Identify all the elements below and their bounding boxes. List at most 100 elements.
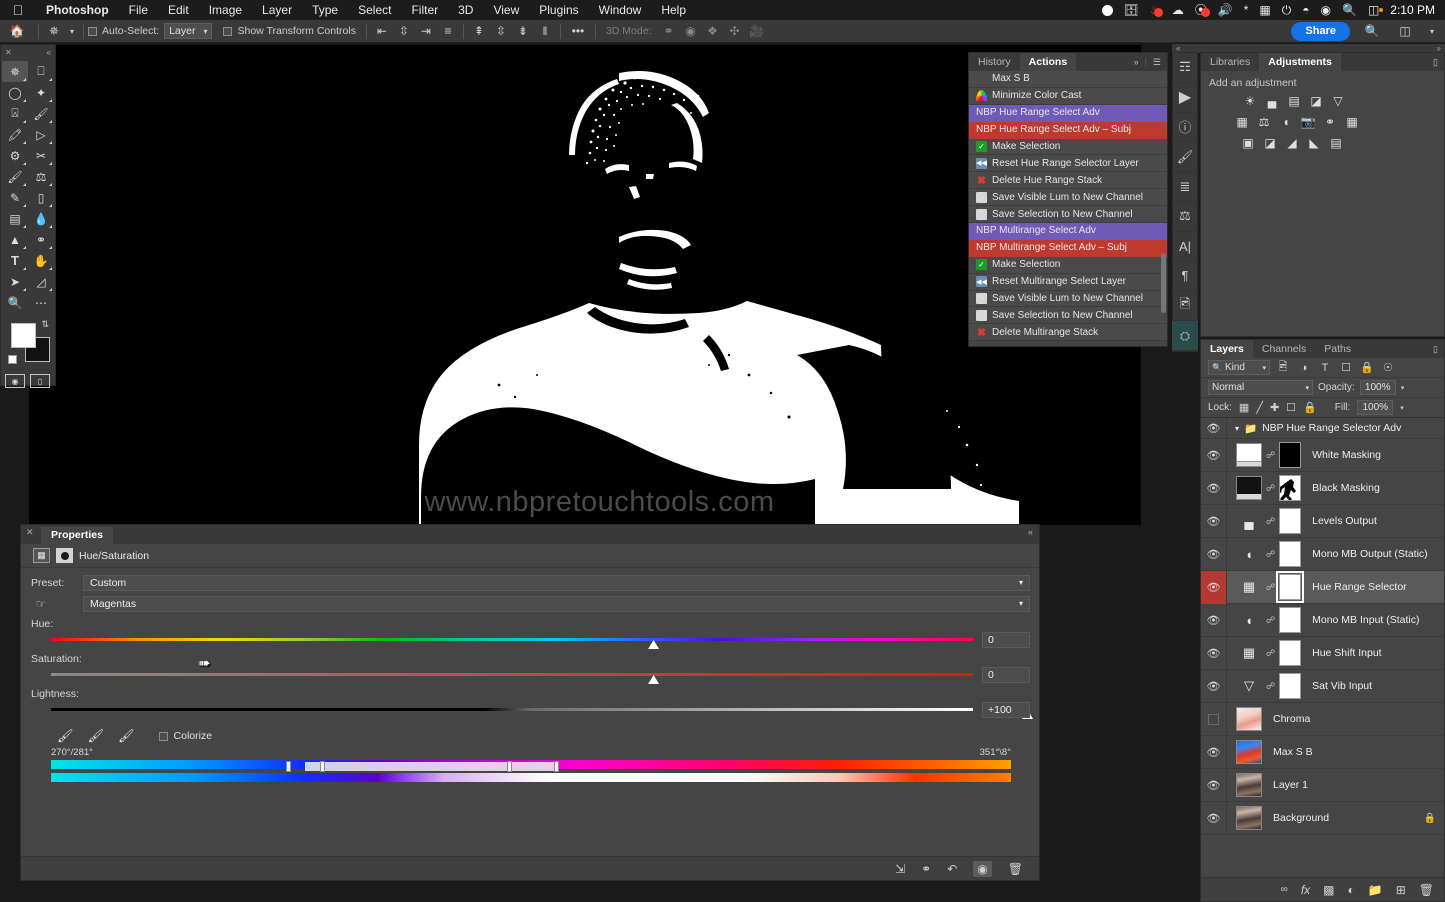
- link-icon[interactable]: ☍: [1266, 615, 1275, 626]
- reset-icon[interactable]: ↶: [947, 862, 957, 876]
- pen-tool[interactable]: ✋: [28, 250, 54, 271]
- collapse-icon[interactable]: «: [47, 48, 51, 57]
- colorize-checkbox[interactable]: [158, 731, 168, 741]
- tab-history[interactable]: History: [969, 53, 1020, 71]
- layer-mask-thumbnail[interactable]: [1279, 673, 1302, 699]
- delete-icon[interactable]: 🗑: [1008, 862, 1023, 876]
- layer-thumbnail[interactable]: [1236, 806, 1262, 830]
- info-icon[interactable]: ⓘ: [1172, 113, 1198, 143]
- record-icon[interactable]: [1101, 4, 1113, 16]
- curves-icon[interactable]: ▤: [1285, 93, 1303, 109]
- channel-mixer-icon[interactable]: ⚭: [1321, 114, 1339, 130]
- lasso-tool[interactable]: ◯: [2, 82, 28, 103]
- action-row[interactable]: Save Selection to New Channel: [969, 206, 1167, 224]
- layer-visibility-toggle[interactable]: [1201, 702, 1227, 736]
- home-icon[interactable]: 🏠: [0, 21, 34, 41]
- chevron-down-icon[interactable]: ▾: [1235, 424, 1239, 433]
- brush-settings-icon[interactable]: 🖌: [1172, 142, 1198, 173]
- filter-smart-icon[interactable]: 🔒: [1359, 361, 1375, 374]
- exposure-icon[interactable]: ◪: [1307, 93, 1325, 109]
- menu-3d[interactable]: 3D: [448, 0, 483, 20]
- blend-mode-dropdown[interactable]: Normal ▾: [1208, 380, 1313, 395]
- color-balance-icon[interactable]: ⚖: [1255, 114, 1273, 130]
- object-selection-tool[interactable]: ✦: [28, 82, 54, 103]
- layer-mask-thumbnail[interactable]: [1276, 571, 1305, 603]
- filter-kind-dropdown[interactable]: 🔍 Kind ▾: [1208, 360, 1270, 375]
- swap-colors-icon[interactable]: ⇅: [41, 319, 49, 330]
- auto-select-scope-dropdown[interactable]: Layer ▾: [164, 23, 213, 39]
- brush-tool[interactable]: 🖌: [2, 166, 28, 187]
- filter-type-icon[interactable]: T: [1317, 362, 1333, 374]
- range-handle-falloff-right[interactable]: [554, 761, 560, 772]
- chevron-down-icon[interactable]: ▾: [1400, 404, 1404, 412]
- menu-help[interactable]: Help: [651, 0, 696, 20]
- colorize-control[interactable]: Colorize: [158, 730, 212, 742]
- action-row[interactable]: ✖ Delete Hue Range Stack: [969, 172, 1167, 190]
- quick-mask-icon[interactable]: ◉: [5, 374, 25, 388]
- range-handle-start[interactable]: [319, 761, 325, 772]
- action-row[interactable]: ✓ Make Selection: [969, 138, 1167, 156]
- layer-style-fx-icon[interactable]: fx: [1301, 883, 1310, 897]
- layer-row[interactable]: 👁 Background 🔒: [1201, 801, 1444, 835]
- search-icon[interactable]: 🔍: [1361, 21, 1383, 41]
- chevron-down-icon[interactable]: ▾: [1427, 21, 1437, 41]
- workspace-switcher-icon[interactable]: ◫: [1394, 21, 1416, 41]
- link-layers-icon[interactable]: ∞: [1281, 884, 1288, 895]
- layer-visibility-toggle[interactable]: 👁: [1201, 504, 1227, 538]
- invert-icon[interactable]: ▣: [1239, 135, 1257, 151]
- add-mask-icon[interactable]: ▩: [1323, 883, 1334, 897]
- posterize-icon[interactable]: ◪: [1261, 135, 1279, 151]
- paragraph-icon[interactable]: ¶: [1172, 262, 1198, 292]
- delete-layer-icon[interactable]: 🗑: [1419, 883, 1434, 897]
- layer-visibility-toggle[interactable]: 👁: [1201, 636, 1227, 670]
- link-icon[interactable]: ☍: [1266, 549, 1275, 560]
- action-row[interactable]: Save Visible Lum to New Channel: [969, 189, 1167, 207]
- layer-thumbnail[interactable]: [1236, 476, 1262, 500]
- menu-select[interactable]: Select: [348, 0, 401, 20]
- play-actions-icon[interactable]: ▶: [1172, 83, 1198, 113]
- scissors-tool[interactable]: ✂: [28, 145, 54, 166]
- menu-view[interactable]: View: [483, 0, 529, 20]
- mask-thumbnail-icon[interactable]: [56, 548, 73, 563]
- crop-tool[interactable]: ⍓: [2, 103, 28, 124]
- link-icon[interactable]: ☍: [1266, 582, 1275, 593]
- gradient-tool[interactable]: ▤: [2, 208, 28, 229]
- eraser-tool[interactable]: ▯: [28, 187, 54, 208]
- lightness-slider-track[interactable]: [51, 708, 973, 711]
- close-icon[interactable]: ✕: [5, 48, 12, 57]
- action-row[interactable]: NBP Hue Range Select Adv – Subj: [969, 121, 1167, 139]
- lock-image-icon[interactable]: ╱: [1256, 401, 1263, 414]
- menu-plugins[interactable]: Plugins: [529, 0, 588, 20]
- show-transform-checkbox[interactable]: [223, 26, 233, 36]
- color-lookup-icon[interactable]: ▦: [1343, 114, 1361, 130]
- photo-filter-icon[interactable]: 📷: [1299, 114, 1317, 130]
- apple-menu-icon[interactable]: : [0, 3, 36, 17]
- battery-charging-icon[interactable]: ⏻: [1282, 4, 1292, 16]
- clone-source-icon[interactable]: ⚖: [1172, 202, 1198, 232]
- link-icon[interactable]: ☍: [1266, 681, 1275, 692]
- collapse-icon[interactable]: «: [1028, 527, 1033, 537]
- saturation-value-field[interactable]: 0: [982, 667, 1030, 683]
- notes-icon[interactable]: 🖻: [1172, 291, 1198, 322]
- actions-list[interactable]: Max S B Minimize Color Cast NBP Hue Range …: [969, 71, 1167, 347]
- hue-slider-track[interactable]: [51, 638, 973, 641]
- vibrance-icon[interactable]: ▽: [1329, 93, 1347, 109]
- menu-image[interactable]: Image: [199, 0, 252, 20]
- group-visibility-toggle[interactable]: 👁: [1201, 417, 1227, 439]
- layer-row[interactable]: 👁 ▦ ☍ Hue Shift Input: [1201, 636, 1444, 670]
- saturation-slider-track[interactable]: [51, 673, 973, 676]
- history-brush-tool[interactable]: ✎: [2, 187, 28, 208]
- hue-value-field[interactable]: 0: [982, 632, 1030, 648]
- layer-mask-thumbnail[interactable]: [1279, 607, 1302, 633]
- server-icon[interactable]: ◫: [1368, 4, 1384, 16]
- layer-row[interactable]: 👁 Layer 1: [1201, 768, 1444, 802]
- layer-mask-thumbnail[interactable]: [1279, 541, 1302, 567]
- hue-saturation-icon[interactable]: ▦: [1233, 114, 1251, 130]
- align-left-edges-icon[interactable]: ⇤: [371, 21, 393, 41]
- black-white-icon[interactable]: ◖: [1277, 114, 1295, 130]
- distribute-horizontal-icon[interactable]: ‖: [534, 21, 556, 41]
- lightness-value-field[interactable]: +100: [982, 702, 1030, 718]
- spotlight-search-icon[interactable]: 🔍: [1342, 4, 1357, 16]
- tab-channels[interactable]: Channels: [1253, 340, 1315, 358]
- align-horizontal-centers-icon[interactable]: ⇳: [393, 21, 415, 41]
